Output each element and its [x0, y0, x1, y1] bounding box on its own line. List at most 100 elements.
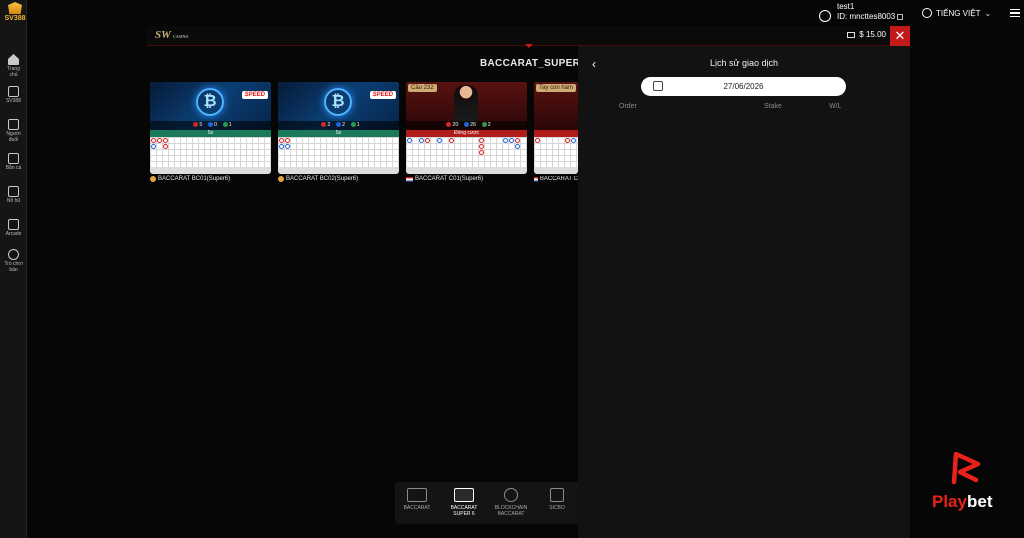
sidebar-item-slots[interactable]: Nổ hũ — [0, 186, 27, 204]
lobby-title: BACCARAT_SUPER6 — [480, 58, 586, 69]
tie-dot-icon — [481, 122, 487, 128]
table-game-icon — [8, 249, 19, 260]
table-card-c02[interactable]: Tay con hàm — [534, 82, 578, 174]
wallet-icon — [847, 31, 856, 38]
logo-text: SW — [155, 29, 171, 41]
dice-icon — [550, 488, 564, 502]
language-label: TIẾNG VIỆT — [936, 8, 981, 18]
column-header-order: Order — [619, 103, 637, 110]
player-dot-icon — [207, 122, 213, 128]
bitcoin-icon: ₿ — [196, 88, 224, 116]
category-label: BACCARAT SUPER 6 — [450, 505, 478, 517]
tie-count: 2 — [487, 122, 491, 128]
date-picker[interactable]: 27/06/2026 — [641, 77, 846, 96]
bead — [163, 138, 168, 143]
bead — [565, 138, 570, 143]
banker-dot-icon — [446, 122, 452, 128]
sidebar-item-label: Nổ hũ — [6, 198, 21, 204]
baccarat-icon — [407, 488, 427, 502]
banker-dot-icon — [321, 122, 327, 128]
balance-amount: $ 15.00 — [859, 30, 886, 39]
table-status: Đóng cược — [406, 130, 527, 137]
dealer-image — [454, 85, 478, 125]
user-id: ID: mncttes8003 — [837, 12, 896, 21]
sidebar-item-sv388[interactable]: SV388 — [0, 86, 27, 104]
road-map — [406, 137, 527, 167]
bead — [437, 138, 442, 143]
sidebar-item-live-casino[interactable]: Người đuối — [0, 119, 27, 143]
bead — [449, 138, 454, 143]
table-name: BACCARAT C01(Super6) — [415, 176, 484, 182]
bead — [407, 138, 412, 143]
player-dot-icon — [463, 122, 469, 128]
tie-dot-icon — [222, 122, 228, 128]
road-pattern-badge: Tay con hàm — [536, 84, 577, 92]
table-status: 5s — [278, 130, 399, 137]
playbet-logo: Playbet — [932, 448, 1012, 520]
language-selector[interactable]: TIẾNG VIỆT ⌄ — [922, 8, 991, 18]
sidebar-item-label: SV388 — [5, 98, 21, 104]
column-header-wl: W/L — [829, 103, 842, 110]
bead — [479, 150, 484, 155]
category-blockchain-baccarat[interactable]: BLOCKCHAIN BACCARAT — [491, 488, 531, 517]
player-count: 2 — [341, 122, 346, 128]
road-map — [534, 137, 578, 167]
banker-count: 20 — [452, 122, 459, 128]
column-header-stake: Stake — [764, 103, 782, 110]
table-card-bc02[interactable]: ₿ SPEED 2 2 1 5s — [278, 82, 399, 174]
table-thumbnail: ₿ SPEED 5 0 1 — [150, 82, 271, 130]
sidebar-item-arcade[interactable]: Arcade — [0, 219, 27, 237]
slot-machine-icon — [8, 186, 19, 197]
copy-icon[interactable] — [897, 13, 904, 20]
playbet-bet: bet — [966, 492, 993, 511]
table-stats: 5 0 1 — [150, 121, 271, 130]
table-stats: 2 2 1 — [278, 121, 399, 130]
playbet-wordmark: Playbet — [932, 492, 992, 512]
banker-dot-icon — [193, 122, 199, 128]
sidebar-item-fishing[interactable]: Bắn cá — [0, 153, 27, 171]
table-name-row: BACCARAT C — [534, 176, 578, 182]
road-pattern-badge: Cầu 232 — [408, 84, 437, 92]
category-sicbo[interactable]: SICBO — [537, 488, 577, 511]
sidebar-item-home[interactable]: Trang chủ — [0, 54, 27, 78]
user-details: test1 ID: mncttes8003 — [837, 2, 904, 22]
flag-icon — [534, 176, 538, 182]
sv388-logo[interactable]: SV388 — [2, 2, 28, 28]
bead — [425, 138, 430, 143]
bead — [509, 138, 514, 143]
bead — [479, 144, 484, 149]
username: test1 — [837, 2, 855, 11]
hamburger-menu-icon[interactable] — [1010, 9, 1020, 17]
sidebar-item-table-games[interactable]: Trò chơi bàn — [0, 249, 27, 273]
table-thumbnail: Tay con hàm — [534, 82, 578, 130]
left-sidebar: SV388 Trang chủ SV388 Người đuối Bắn cá … — [0, 0, 27, 538]
transaction-history-panel: ‹ Lịch sử giao dịch 27/06/2026 Order Sta… — [578, 46, 910, 538]
table-thumbnail: Cầu 232 20 26 2 — [406, 82, 527, 130]
user-id-row: ID: mncttes8003 — [837, 12, 904, 22]
table-card-c01[interactable]: Cầu 232 20 26 2 Đóng cược — [406, 82, 527, 174]
table-thumbnail: ₿ SPEED 2 2 1 — [278, 82, 399, 130]
category-baccarat-super6[interactable]: BACCARAT SUPER 6 — [444, 488, 484, 517]
bead — [535, 138, 540, 143]
chevron-down-icon: ⌄ — [984, 8, 992, 18]
player-count: 0 — [213, 122, 218, 128]
sidebar-item-label: Trò chơi bàn — [4, 261, 23, 273]
road-map — [150, 137, 271, 167]
sv388-crest-icon — [8, 2, 22, 14]
brand-name: SV388 — [4, 15, 26, 22]
bitcoin-badge-icon — [150, 176, 156, 182]
table-stats: 20 26 2 — [406, 121, 527, 130]
speed-badge: SPEED — [369, 91, 396, 99]
tie-dot-icon — [350, 122, 356, 128]
table-card-bc01[interactable]: ₿ SPEED 5 0 1 5s — [150, 82, 271, 174]
bead — [503, 138, 508, 143]
category-baccarat[interactable]: BACCARAT — [397, 488, 437, 511]
user-info[interactable]: test1 ID: mncttes8003 — [819, 2, 904, 22]
bead — [151, 138, 156, 143]
sidebar-item-label: Trang chủ — [7, 66, 20, 78]
rooster-icon — [8, 86, 19, 97]
player-count: 26 — [469, 122, 477, 128]
close-button[interactable]: ✕ — [890, 26, 910, 46]
playbet-mark-icon — [951, 451, 981, 485]
sidebar-item-label: Người đuối — [6, 131, 21, 143]
